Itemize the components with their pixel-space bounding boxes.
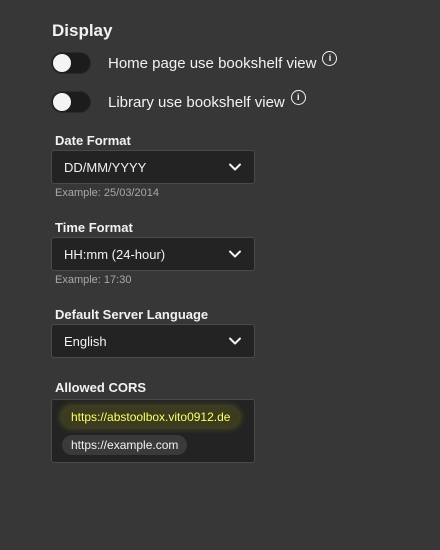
chevron-down-icon — [229, 250, 241, 258]
chevron-down-icon — [229, 163, 241, 171]
toggle-row-library-bookshelf: Library use bookshelf view i — [51, 89, 306, 113]
cors-chip[interactable]: https://abstoolbox.vito0912.de — [62, 407, 240, 427]
section-title-display: Display — [52, 21, 113, 40]
library-bookshelf-toggle[interactable] — [51, 91, 91, 113]
info-icon[interactable]: i — [322, 50, 338, 66]
allowed-cors-label: Allowed CORS — [55, 380, 147, 395]
toggle-knob — [53, 93, 71, 111]
server-language-label: Default Server Language — [55, 307, 209, 322]
chevron-down-icon — [229, 337, 241, 345]
library-bookshelf-label: Library use bookshelf view — [108, 93, 285, 111]
info-icon[interactable]: i — [290, 89, 306, 105]
time-format-example: Example: 17:30 — [55, 274, 132, 286]
toggle-knob — [53, 54, 71, 72]
toggle-row-home-bookshelf: Home page use bookshelf view i — [51, 50, 338, 74]
date-format-select[interactable]: DD/MM/YYYY — [51, 150, 255, 184]
time-format-value: HH:mm (24-hour) — [64, 247, 166, 262]
home-bookshelf-toggle[interactable] — [51, 52, 91, 74]
date-format-label: Date Format — [55, 133, 131, 148]
home-bookshelf-label: Home page use bookshelf view — [108, 54, 317, 72]
time-format-label: Time Format — [55, 220, 133, 235]
allowed-cors-input[interactable]: https://abstoolbox.vito0912.de https://e… — [51, 399, 255, 463]
date-format-example: Example: 25/03/2014 — [55, 187, 159, 199]
server-language-select[interactable]: English — [51, 324, 255, 358]
cors-chip[interactable]: https://example.com — [62, 435, 188, 455]
server-language-value: English — [64, 334, 107, 349]
time-format-select[interactable]: HH:mm (24-hour) — [51, 237, 255, 271]
date-format-value: DD/MM/YYYY — [64, 160, 147, 175]
